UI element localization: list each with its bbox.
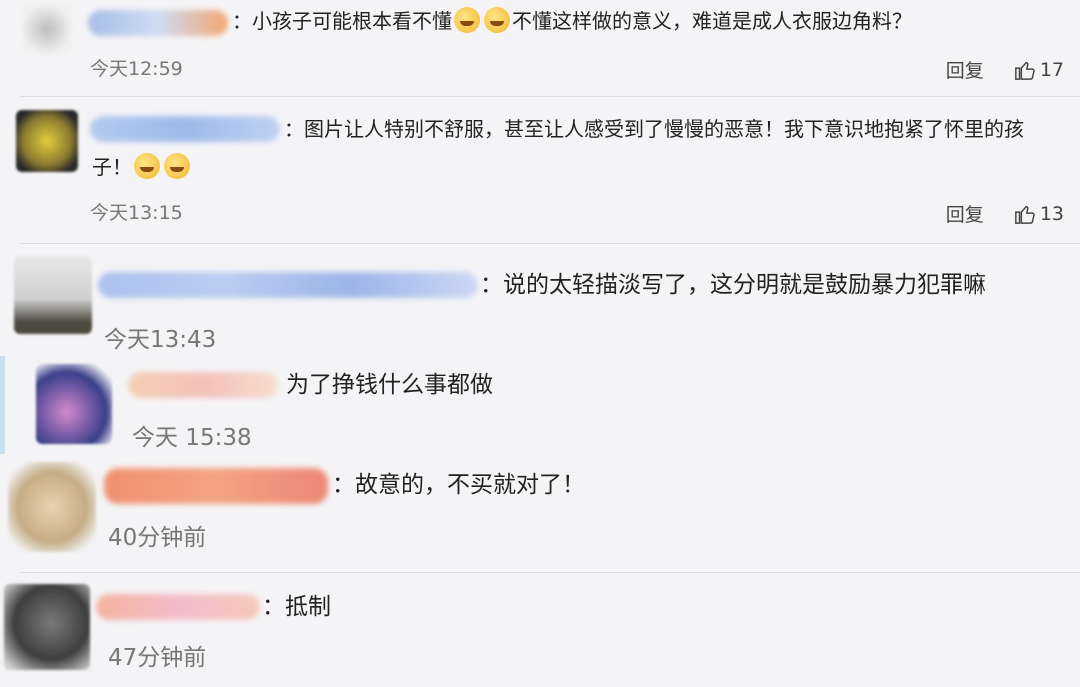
like-button[interactable]: 17 <box>1014 59 1064 81</box>
comment-time: 40分钟前 <box>108 525 207 551</box>
avatar[interactable] <box>4 584 90 670</box>
username-blurred[interactable] <box>128 372 278 398</box>
reply-comment: 为了挣钱什么事都做 今天 15:38 <box>0 356 1080 454</box>
reply-button[interactable]: 回复 <box>946 200 984 227</box>
like-button[interactable]: 13 <box>1014 203 1064 225</box>
like-count: 13 <box>1039 202 1064 225</box>
like-count: 17 <box>1039 58 1064 81</box>
comment-text: ：图片让人特别不舒服，甚至让人感受到了慢慢的恶意！我下意识地抱紧了怀里的孩 <box>284 117 1024 141</box>
avatar[interactable] <box>14 256 92 334</box>
reply-button[interactable]: 回复 <box>946 56 984 83</box>
comment-3: ：说的太轻描淡写了，这分明就是鼓励暴力犯罪嘛 今天13:43 <box>0 244 1080 354</box>
comment-2: ：图片让人特别不舒服，甚至让人感受到了慢慢的恶意！我下意识地抱紧了怀里的孩 子！… <box>0 98 1080 243</box>
comment-time: 47分钟前 <box>108 645 207 671</box>
comment-time: 今天 15:38 <box>132 425 252 451</box>
comment-time: 今天12:59 <box>90 58 183 80</box>
comment-actions: 回复 17 <box>946 56 1064 83</box>
crying-emoji-icon <box>164 153 190 179</box>
avatar[interactable] <box>16 110 78 172</box>
avatar[interactable] <box>36 364 112 444</box>
comment-5: ：故意的，不买就对了！ 40分钟前 <box>0 456 1080 572</box>
comment-text: ：小孩子可能根本看不懂 不懂这样做的意义，难道是成人衣服边角料？ <box>232 7 912 33</box>
username-blurred[interactable] <box>104 468 328 504</box>
comment-text: ：故意的，不买就对了！ <box>332 472 585 498</box>
laughing-emoji-icon <box>484 7 510 33</box>
comment-time: 今天13:43 <box>104 327 217 353</box>
username-blurred[interactable] <box>90 116 280 142</box>
username-blurred[interactable] <box>88 10 228 36</box>
comment-text: 为了挣钱什么事都做 <box>286 372 493 398</box>
username-blurred[interactable] <box>96 594 260 620</box>
avatar[interactable] <box>22 4 72 54</box>
avatar[interactable] <box>8 462 96 552</box>
comment-time: 今天13:15 <box>90 202 183 224</box>
comment-text-line2: 子！ <box>92 150 192 184</box>
divider <box>20 572 1080 573</box>
comment-6: ：抵制 47分钟前 <box>0 574 1080 687</box>
comment-text: ：抵制 <box>262 594 331 620</box>
comment-actions: 回复 13 <box>946 200 1064 227</box>
username-blurred[interactable] <box>98 272 478 298</box>
like-icon <box>1014 61 1035 80</box>
divider <box>20 96 1080 97</box>
comment-text: ：说的太轻描淡写了，这分明就是鼓励暴力犯罪嘛 <box>480 272 986 298</box>
crying-emoji-icon <box>134 153 160 179</box>
comment-1: ：小孩子可能根本看不懂 不懂这样做的意义，难道是成人衣服边角料？ 今天12:59 … <box>0 0 1080 98</box>
like-icon <box>1014 205 1035 224</box>
laughing-emoji-icon <box>454 7 480 33</box>
